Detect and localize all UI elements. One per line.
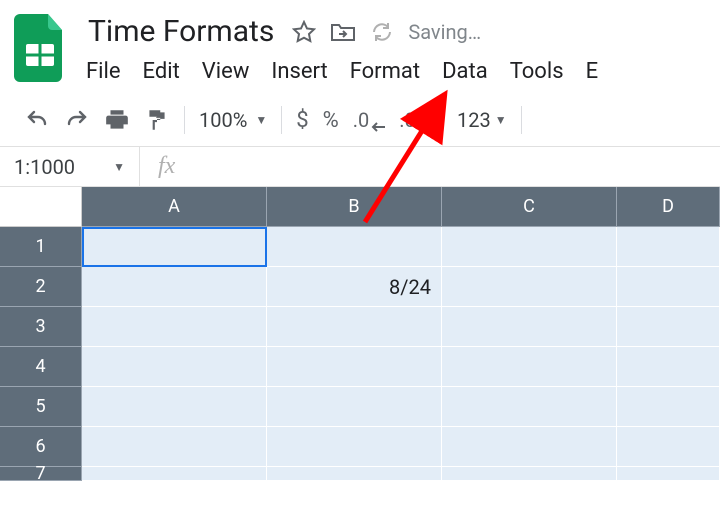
print-icon[interactable]: [104, 107, 130, 133]
cell-D2[interactable]: [617, 267, 720, 307]
decrease-decimal-label: .0: [353, 108, 370, 132]
cell-D6[interactable]: [617, 427, 720, 467]
cell-D7[interactable]: [617, 467, 720, 481]
cell-C3[interactable]: [442, 307, 617, 347]
cell-B1[interactable]: [267, 227, 442, 267]
menu-extensions-partial[interactable]: E: [586, 59, 599, 84]
paint-format-icon[interactable]: [144, 107, 170, 133]
toolbar: 100% ▼ $ % .0 .00 123 ▼: [0, 94, 720, 147]
menu-view[interactable]: View: [202, 59, 250, 84]
cell-C1[interactable]: [442, 227, 617, 267]
menu-bar: File Edit View Insert Format Data Tools …: [84, 51, 712, 94]
cell-C2[interactable]: [442, 267, 617, 307]
cell-A7[interactable]: [82, 467, 267, 481]
format-percent-button[interactable]: %: [323, 108, 339, 133]
increase-decimal-label: .00: [399, 108, 427, 132]
saving-status: Saving…: [408, 20, 481, 44]
cell-D3[interactable]: [617, 307, 720, 347]
cell-A1[interactable]: [82, 227, 267, 267]
more-formats-dropdown[interactable]: 123 ▼: [457, 108, 507, 132]
cell-B2[interactable]: 8/24: [267, 267, 442, 307]
menu-file[interactable]: File: [86, 59, 121, 84]
row-header-2[interactable]: 2: [0, 267, 82, 307]
cell-D5[interactable]: [617, 387, 720, 427]
cell-C4[interactable]: [442, 347, 617, 387]
menu-edit[interactable]: Edit: [143, 59, 180, 84]
star-icon[interactable]: [292, 20, 316, 44]
cell-B4[interactable]: [267, 347, 442, 387]
cell-A2[interactable]: [82, 267, 267, 307]
cell-D1[interactable]: [617, 227, 720, 267]
cell-A5[interactable]: [82, 387, 267, 427]
cell-A4[interactable]: [82, 347, 267, 387]
zoom-value: 100%: [199, 108, 247, 132]
row-header-4[interactable]: 4: [0, 347, 82, 387]
col-header-B[interactable]: B: [267, 187, 442, 227]
row-header-3[interactable]: 3: [0, 307, 82, 347]
arrow-left-icon: [371, 122, 385, 132]
arrow-right-icon: [429, 122, 443, 132]
cloud-sync-icon: [370, 20, 394, 44]
menu-tools[interactable]: Tools: [510, 59, 564, 84]
spreadsheet-grid[interactable]: A B C D 1 2 8/24 3 4 5 6 7: [0, 187, 720, 507]
document-title[interactable]: Time Formats: [84, 12, 278, 51]
move-folder-icon[interactable]: [330, 20, 356, 44]
increase-decimal-button[interactable]: .00: [399, 108, 443, 132]
menu-data[interactable]: Data: [442, 59, 488, 84]
menu-insert[interactable]: Insert: [271, 59, 327, 84]
cell-D4[interactable]: [617, 347, 720, 387]
cell-C6[interactable]: [442, 427, 617, 467]
chevron-down-icon: ▼: [255, 113, 267, 127]
redo-icon[interactable]: [64, 108, 90, 132]
more-formats-label: 123: [457, 108, 491, 132]
col-header-A[interactable]: A: [82, 187, 267, 227]
row-header-1[interactable]: 1: [0, 227, 82, 267]
menu-format[interactable]: Format: [350, 59, 420, 84]
zoom-dropdown[interactable]: 100% ▼: [199, 108, 267, 132]
col-header-D[interactable]: D: [617, 187, 720, 227]
row-header-6[interactable]: 6: [0, 427, 82, 467]
decrease-decimal-button[interactable]: .0: [353, 108, 386, 132]
undo-icon[interactable]: [24, 108, 50, 132]
select-all-corner[interactable]: [0, 187, 82, 227]
fx-label: fx: [140, 153, 193, 180]
cell-C7[interactable]: [442, 467, 617, 481]
sheets-logo[interactable]: [14, 14, 66, 82]
cell-B7[interactable]: [267, 467, 442, 481]
cell-C5[interactable]: [442, 387, 617, 427]
cell-A6[interactable]: [82, 427, 267, 467]
format-currency-button[interactable]: $: [296, 108, 308, 133]
row-header-7[interactable]: 7: [0, 467, 82, 481]
cell-B5[interactable]: [267, 387, 442, 427]
cell-B6[interactable]: [267, 427, 442, 467]
name-box-value: 1:1000: [14, 155, 75, 179]
col-header-C[interactable]: C: [442, 187, 617, 227]
chevron-down-icon: ▼: [495, 113, 507, 127]
cell-A3[interactable]: [82, 307, 267, 347]
chevron-down-icon: ▼: [113, 160, 125, 174]
name-box[interactable]: 1:1000 ▼: [0, 147, 140, 186]
row-header-5[interactable]: 5: [0, 387, 82, 427]
cell-B3[interactable]: [267, 307, 442, 347]
